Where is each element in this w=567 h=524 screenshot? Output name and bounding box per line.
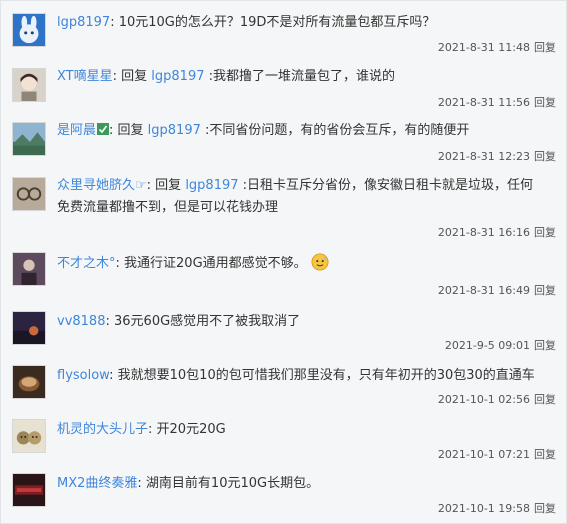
avatar-girl-icon <box>13 69 45 101</box>
comment-body: 开20元20G <box>156 422 226 437</box>
comment-timestamp: 2021-9-5 09:01 <box>444 339 530 352</box>
comment-text-line: 是阿晨 : 回复 lgp8197 :不同省份问题，有的省份会互斥，有的随便开 <box>57 120 556 142</box>
reply-button[interactable]: 回复 <box>534 96 556 109</box>
comment-meta: 2021-8-31 16:16 回复 <box>438 224 556 240</box>
reply-button[interactable]: 回复 <box>534 41 556 54</box>
comment-meta: 2021-8-31 11:48 回复 <box>438 39 556 55</box>
avatar[interactable] <box>12 419 46 453</box>
avatar-banner-icon <box>13 474 45 506</box>
reply-button[interactable]: 回复 <box>534 339 556 352</box>
avatar-sunset-icon <box>13 312 45 344</box>
comment-separator: : <box>109 368 118 383</box>
reply-button[interactable]: 回复 <box>534 502 556 515</box>
avatar-landscape-icon <box>13 123 45 155</box>
comment-separator: : <box>115 256 125 271</box>
comment-meta: 2021-9-5 09:01 回复 <box>445 337 556 353</box>
comment-timestamp: 2021-10-1 07:21 <box>437 448 530 461</box>
avatar-cats-icon <box>13 420 45 452</box>
sweat-smile-emoji-icon <box>311 253 329 271</box>
comment-separator: : <box>137 476 146 491</box>
comment-text-line: MX2曲终奏雅: 湖南目前有10元10G长期包。 <box>57 473 556 495</box>
comment-separator: : 回复 <box>112 69 152 84</box>
reply-target-username[interactable]: lgp8197 <box>148 123 201 138</box>
comment-timestamp: 2021-8-31 12:23 <box>437 150 530 163</box>
comment-text-line-2: 免费流量都撸不到，但是可以花钱办理 <box>57 197 556 219</box>
comment-text-line: flysolow: 我就想要10包10的包可惜我们那里没有，只有年初开的30包3… <box>57 365 556 387</box>
avatar-bunny-icon <box>13 14 45 46</box>
comment-timestamp: 2021-8-31 11:56 <box>437 96 530 109</box>
comment-meta: 2021-10-1 19:58 回复 <box>438 500 556 516</box>
comment-timestamp: 2021-10-1 19:58 <box>437 502 530 515</box>
check-badge-icon <box>97 123 110 135</box>
avatar-figure-icon <box>13 253 45 285</box>
comment-username[interactable]: lgp8197 <box>57 15 110 30</box>
comment-username[interactable]: flysolow <box>57 368 109 383</box>
comment-username[interactable]: XT嘀星星 <box>57 69 113 84</box>
comment-body: :日租卡互斥分省份，像安徽日租卡就是垃圾，任何 <box>238 178 534 193</box>
comment-body: :我都撸了一堆流量包了，谁说的 <box>204 69 395 84</box>
comment-username[interactable]: 是阿晨 <box>57 123 96 138</box>
comment-body: 我通行证20G通用都感觉不够。 <box>124 256 307 271</box>
comment-timestamp: 2021-10-1 02:56 <box>437 393 530 406</box>
avatar-coffee-icon <box>13 366 45 398</box>
comment-meta: 2021-10-1 02:56 回复 <box>438 391 556 407</box>
reply-button[interactable]: 回复 <box>534 393 556 406</box>
comment-meta: 2021-8-31 12:23 回复 <box>438 148 556 164</box>
comment-meta: 2021-8-31 16:49 回复 <box>438 282 556 298</box>
avatar[interactable] <box>12 68 46 102</box>
comment-separator: : 回复 <box>109 123 148 138</box>
comment-meta: 2021-10-1 07:21 回复 <box>438 446 556 462</box>
avatar[interactable] <box>12 177 46 211</box>
comment-body: 36元60G感觉用不了被我取消了 <box>114 314 301 329</box>
comment-separator: : <box>148 422 157 437</box>
comment-text-line: 机灵的大头儿子: 开20元20G <box>57 419 556 441</box>
comment-username[interactable]: MX2曲终奏雅 <box>57 476 137 491</box>
comment-timestamp: 2021-8-31 11:48 <box>437 41 530 54</box>
comment-timestamp: 2021-8-31 16:16 <box>437 226 530 239</box>
avatar[interactable] <box>12 473 46 507</box>
comment-text-line: 众里寻她脐久☞: 回复 lgp8197 :日租卡互斥分省份，像安徽日租卡就是垃圾… <box>57 175 556 197</box>
reply-button[interactable]: 回复 <box>534 284 556 297</box>
comment-username[interactable]: vv8188 <box>57 314 105 329</box>
comment-separator: : <box>105 314 114 329</box>
comment-body: :不同省份问题，有的省份会互斥，有的随便开 <box>200 123 470 138</box>
comment-body: 10元10G的怎么开？19D不是对所有流量包都互斥吗？ <box>118 15 436 30</box>
avatar[interactable] <box>12 252 46 286</box>
comment-text-line: 不才之木°: 我通行证20G通用都感觉不够。 <box>57 253 556 275</box>
comment-meta: 2021-8-31 11:56 回复 <box>438 94 556 110</box>
comment-list: lgp8197: 10元10G的怎么开？19D不是对所有流量包都互斥吗？ 202… <box>0 0 567 524</box>
comment-text-line: lgp8197: 10元10G的怎么开？19D不是对所有流量包都互斥吗？ <box>57 12 556 34</box>
avatar[interactable] <box>12 311 46 345</box>
comment-username[interactable]: 机灵的大头儿子 <box>57 422 148 437</box>
reply-target-username[interactable]: lgp8197 <box>151 69 204 84</box>
avatar[interactable] <box>12 122 46 156</box>
comment-timestamp: 2021-8-31 16:49 <box>437 284 530 297</box>
reply-button[interactable]: 回复 <box>534 150 556 163</box>
comment-separator: : 回复 <box>146 178 186 193</box>
comment-body: 我就想要10包10的包可惜我们那里没有，只有年初开的30包30的直通车 <box>117 368 535 383</box>
comment-body: 湖南目前有10元10G长期包。 <box>145 476 320 491</box>
comment-text-line: vv8188: 36元60G感觉用不了被我取消了 <box>57 311 556 333</box>
comment-text-line: XT嘀星星: 回复 lgp8197 :我都撸了一堆流量包了，谁说的 <box>57 66 556 88</box>
comment-username[interactable]: 众里寻她脐久☞ <box>57 178 147 193</box>
comment-separator: : <box>110 15 119 30</box>
comment-body-continued: 免费流量都撸不到，但是可以花钱办理 <box>57 200 279 215</box>
reply-button[interactable]: 回复 <box>534 226 556 239</box>
comment-username[interactable]: 不才之木° <box>57 256 116 271</box>
reply-target-username[interactable]: lgp8197 <box>185 178 238 193</box>
avatar[interactable] <box>12 13 46 47</box>
reply-button[interactable]: 回复 <box>534 448 556 461</box>
avatar[interactable] <box>12 365 46 399</box>
avatar-glasses-icon <box>13 178 45 210</box>
